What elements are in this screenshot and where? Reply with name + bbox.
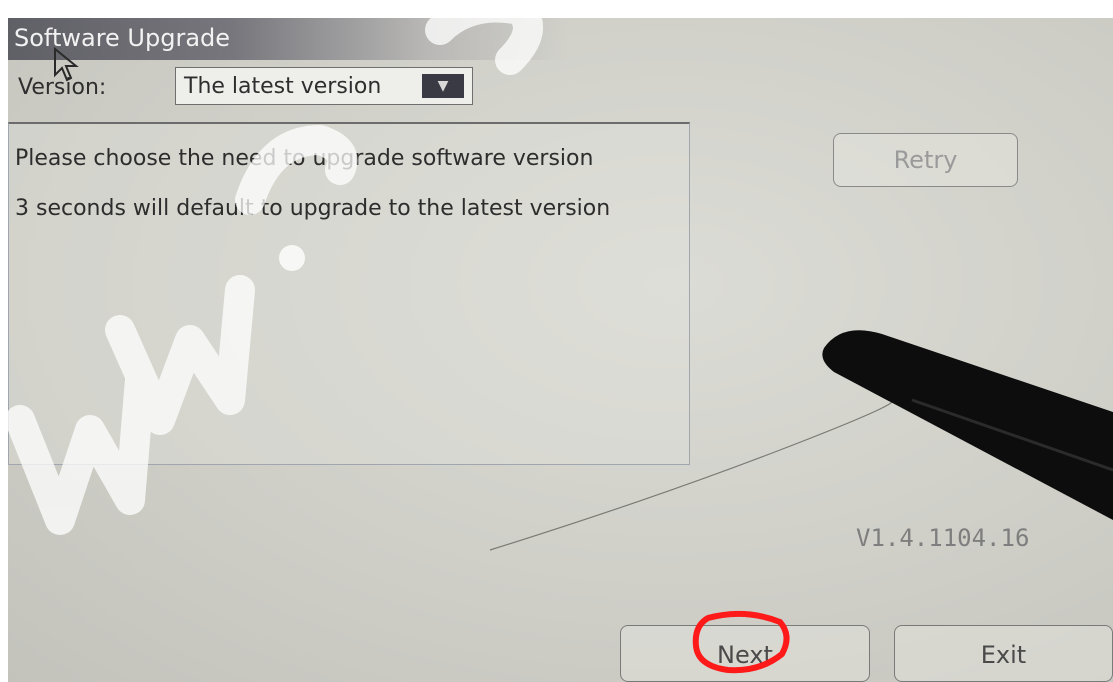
message-line-2: 3 seconds will default to upgrade to the… (15, 196, 611, 221)
exit-button[interactable]: Exit (894, 625, 1113, 682)
cursor-icon (54, 47, 79, 82)
title-bar: Software Upgrade (8, 18, 568, 60)
stylus-pen-icon (822, 330, 1113, 520)
version-select[interactable]: The latest version ▼ (175, 67, 473, 105)
window-title: Software Upgrade (14, 24, 231, 52)
retry-button[interactable]: Retry (833, 133, 1018, 187)
highlight-circle-icon (692, 610, 790, 674)
message-line-1: Please choose the need to upgrade softwa… (15, 146, 594, 171)
version-select-value: The latest version (184, 74, 382, 99)
chevron-down-icon[interactable]: ▼ (422, 74, 464, 98)
